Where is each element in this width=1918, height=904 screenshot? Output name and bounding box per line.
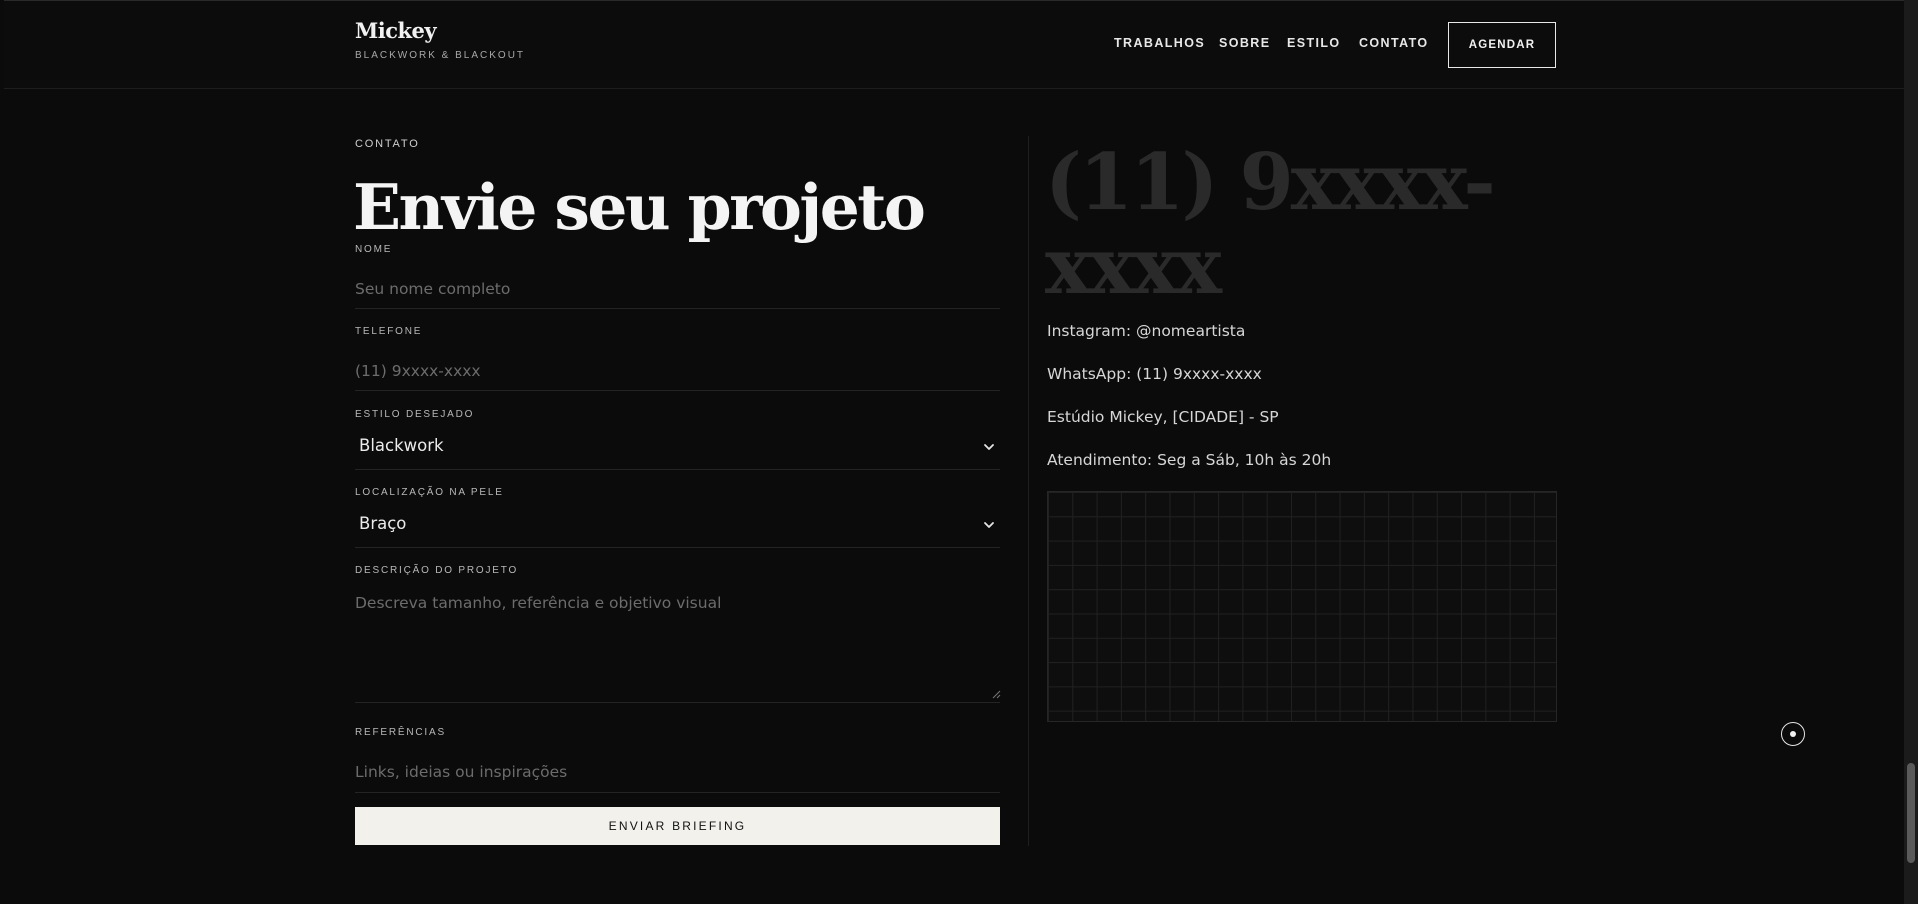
references-label: REFERÊNCIAS (355, 727, 446, 738)
location-select-value: Braço (359, 514, 407, 533)
site-header: Mickey BLACKWORK & BLACKOUT TRABALHOS SO… (4, 1, 1904, 89)
style-select[interactable]: Blackwork (355, 430, 1000, 470)
brand-logo[interactable]: Mickey (355, 18, 437, 43)
resize-grip-icon[interactable] (991, 689, 1001, 699)
references-input[interactable] (355, 751, 1000, 793)
scrollbar[interactable] (1904, 0, 1918, 904)
style-label: ESTILO DESEJADO (355, 409, 475, 420)
whatsapp-line: WhatsApp: (11) 9xxxx-xxxx (1047, 365, 1262, 383)
nav-sobre[interactable]: SOBRE (1219, 36, 1270, 50)
brand-tagline: BLACKWORK & BLACKOUT (355, 50, 526, 61)
location-label: LOCALIZAÇÃO NA PELE (355, 487, 504, 498)
page: Mickey BLACKWORK & BLACKOUT TRABALHOS SO… (4, 0, 1904, 904)
chevron-down-icon (984, 522, 994, 528)
map-placeholder-grid (1047, 491, 1557, 722)
location-select[interactable]: Braço (355, 508, 1000, 548)
submit-briefing-button[interactable]: ENVIAR BRIEFING (355, 807, 1000, 845)
agendar-button[interactable]: AGENDAR (1448, 22, 1556, 68)
hours-line: Atendimento: Seg a Sáb, 10h às 20h (1047, 451, 1332, 469)
scrollbar-thumb[interactable] (1907, 763, 1915, 863)
page-title: Envie seu projeto (353, 170, 926, 244)
name-label: NOME (355, 244, 393, 255)
column-divider (1028, 136, 1029, 846)
description-textarea[interactable] (355, 590, 1000, 703)
name-input[interactable] (355, 269, 1000, 309)
nav-estilo[interactable]: ESTILO (1287, 36, 1341, 50)
style-select-value: Blackwork (359, 436, 444, 455)
phone-label: TELEFONE (355, 326, 423, 337)
phone-input[interactable] (355, 351, 1000, 391)
record-icon[interactable] (1781, 722, 1805, 746)
record-dot (1790, 731, 1796, 737)
address-line: Estúdio Mickey, [CIDADE] - SP (1047, 408, 1279, 426)
description-label: DESCRIÇÃO DO PROJETO (355, 565, 519, 576)
nav-contato[interactable]: CONTATO (1359, 36, 1429, 50)
instagram-line: Instagram: @nomeartista (1047, 322, 1246, 340)
chevron-down-icon (984, 444, 994, 450)
section-eyebrow: CONTATO (355, 138, 420, 150)
phone-display: (11) 9xxxx-xxxx (1045, 137, 1496, 312)
nav-trabalhos[interactable]: TRABALHOS (1114, 36, 1205, 50)
